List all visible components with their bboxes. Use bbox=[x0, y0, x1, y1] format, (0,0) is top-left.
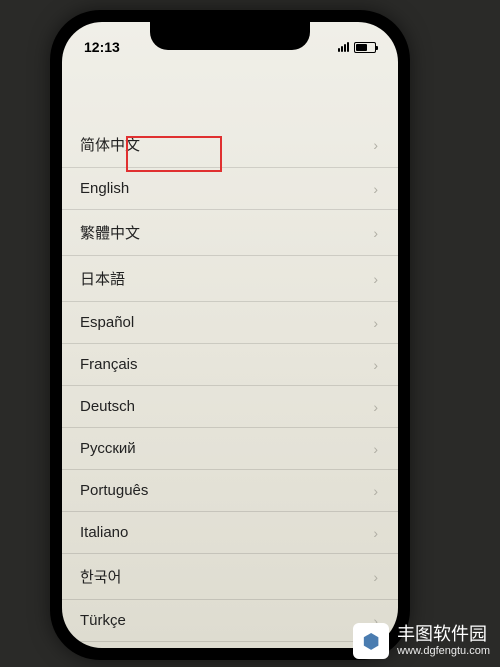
language-row[interactable]: 繁體中文 › bbox=[62, 210, 398, 256]
language-row[interactable]: English › bbox=[62, 168, 398, 210]
language-row[interactable]: Русский › bbox=[62, 428, 398, 470]
language-label: Türkçe bbox=[80, 612, 126, 629]
language-label: Português bbox=[80, 482, 148, 499]
chevron-right-icon: › bbox=[373, 525, 378, 541]
language-row[interactable]: 简体中文 › bbox=[62, 122, 398, 168]
phone-frame: 12:13 简体中文›English›繁體中文›日本語›Español›Fran… bbox=[50, 10, 410, 660]
language-row[interactable]: Türkçe› bbox=[62, 600, 398, 642]
chevron-right-icon: › bbox=[373, 225, 378, 241]
language-label: Italiano bbox=[80, 524, 128, 541]
watermark: ⬢ 丰图软件园 www.dgfengtu.com bbox=[353, 623, 490, 659]
language-row[interactable]: Português › bbox=[62, 470, 398, 512]
chevron-right-icon: › bbox=[373, 483, 378, 499]
language-label: English bbox=[80, 180, 129, 197]
watermark-text: 丰图软件园 www.dgfengtu.com bbox=[397, 624, 490, 659]
language-row[interactable]: 日本語 › bbox=[62, 256, 398, 302]
notch bbox=[150, 22, 310, 50]
phone-screen: 12:13 简体中文›English›繁體中文›日本語›Español›Fran… bbox=[62, 22, 398, 648]
language-label: 简体中文 bbox=[80, 134, 140, 155]
chevron-right-icon: › bbox=[373, 357, 378, 373]
signal-icon bbox=[338, 42, 349, 52]
language-label: 繁體中文 bbox=[80, 222, 140, 243]
chevron-right-icon: › bbox=[373, 399, 378, 415]
chevron-right-icon: › bbox=[373, 315, 378, 331]
language-row[interactable]: Deutsch › bbox=[62, 386, 398, 428]
language-list[interactable]: 简体中文›English›繁體中文›日本語›Español›Français›D… bbox=[62, 122, 398, 642]
language-row[interactable]: Español › bbox=[62, 302, 398, 344]
watermark-url: www.dgfengtu.com bbox=[397, 645, 490, 658]
watermark-logo-icon: ⬢ bbox=[353, 623, 389, 659]
chevron-right-icon: › bbox=[373, 271, 378, 287]
language-row[interactable]: Italiano › bbox=[62, 512, 398, 554]
status-time: 12:13 bbox=[84, 39, 120, 55]
status-right bbox=[338, 42, 376, 53]
watermark-title: 丰图软件园 bbox=[397, 624, 490, 646]
language-label: Deutsch bbox=[80, 398, 135, 415]
language-label: 한국어 bbox=[80, 566, 121, 587]
language-row[interactable]: 한국어 › bbox=[62, 554, 398, 600]
language-label: Español bbox=[80, 314, 134, 331]
language-label: Français bbox=[80, 356, 138, 373]
language-row[interactable]: Français › bbox=[62, 344, 398, 386]
chevron-right-icon: › bbox=[373, 441, 378, 457]
language-label: 日本語 bbox=[80, 268, 125, 289]
chevron-right-icon: › bbox=[373, 569, 378, 585]
language-label: Русский bbox=[80, 440, 136, 457]
chevron-right-icon: › bbox=[373, 137, 378, 153]
battery-icon bbox=[354, 42, 376, 53]
chevron-right-icon: › bbox=[373, 181, 378, 197]
